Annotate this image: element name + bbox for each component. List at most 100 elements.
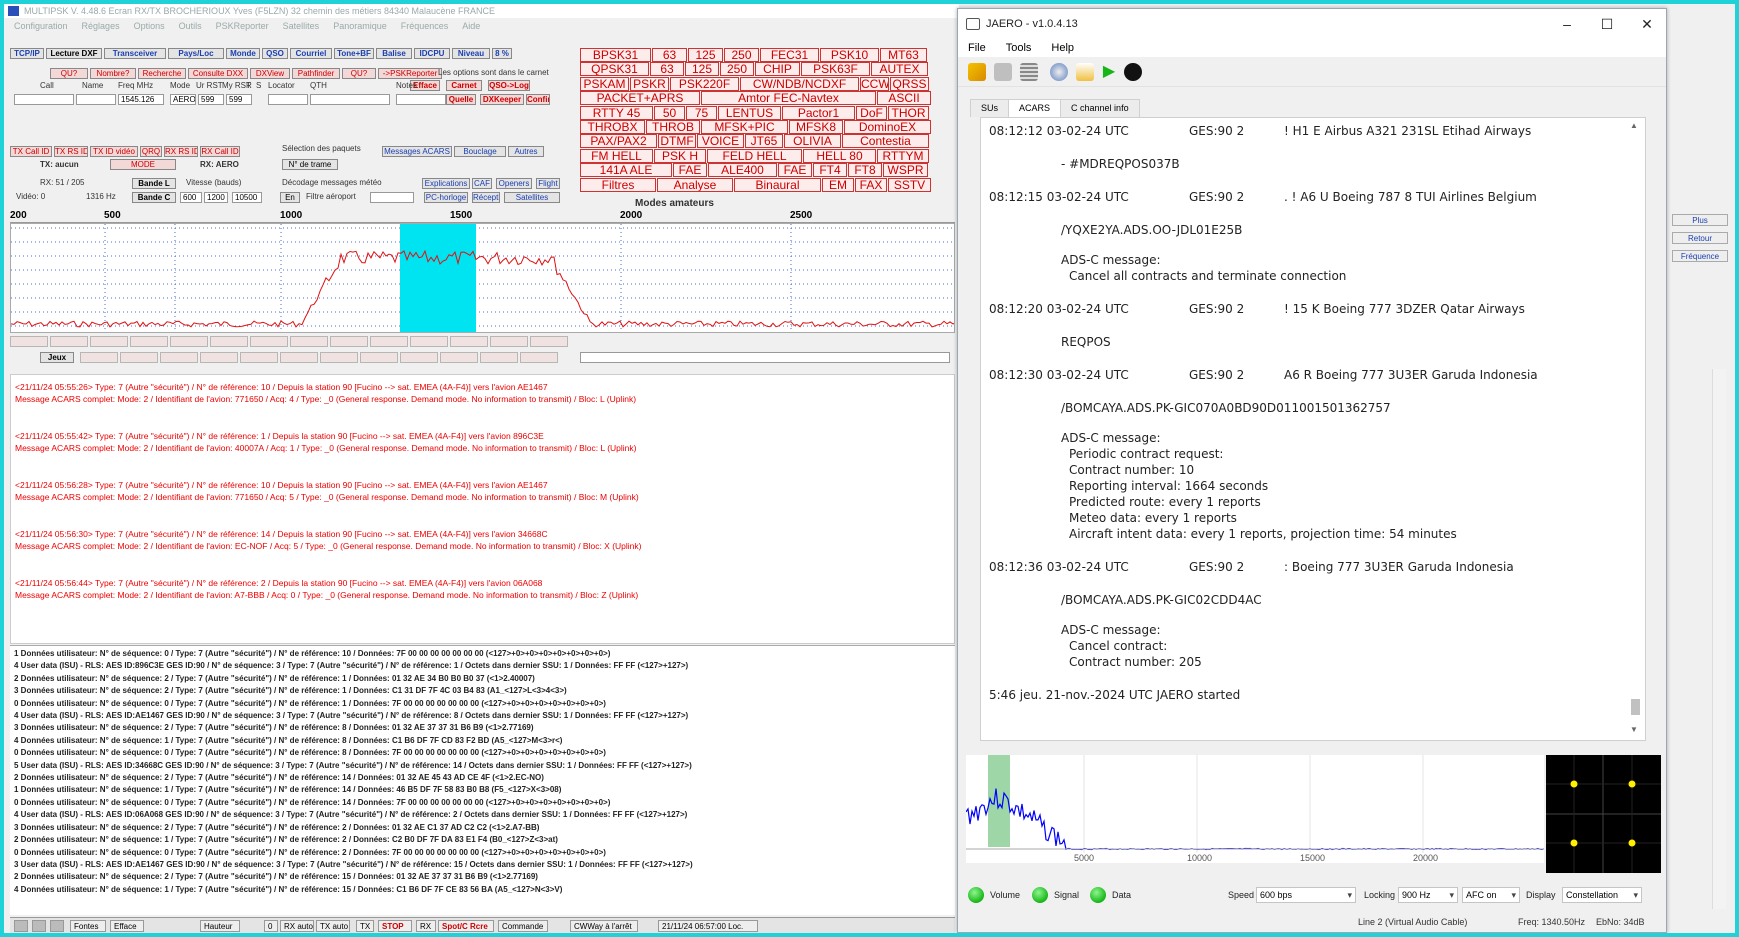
mode-6-4[interactable]: OLIVIA (784, 134, 841, 149)
mode-3-0[interactable]: PACKET+APRS (580, 91, 700, 106)
acars-message-pane[interactable]: 08:12:12 03-02-24 UTC GES:90 2 ! H1 E Airb… (980, 117, 1646, 741)
locator-input[interactable] (268, 94, 308, 105)
tx-id-button-5[interactable]: RX Call ID (200, 146, 240, 157)
mode-0-5[interactable]: PSK10 (820, 48, 879, 62)
record-tool-icon[interactable] (1124, 63, 1142, 81)
minimize-button[interactable]: – (1552, 13, 1582, 35)
status-datetime[interactable]: 21/11/24 06:57:00 Loc. (658, 920, 758, 932)
option-key-2[interactable] (160, 352, 198, 363)
tx-id-button-0[interactable]: TX Call ID (10, 146, 52, 157)
toolbar1-button-7[interactable]: Tone+BF (334, 48, 374, 59)
mode-5-0[interactable]: THROBX (580, 120, 645, 134)
mode-8-0[interactable]: 141A ALE (580, 163, 672, 178)
jaero-spectrum[interactable]: 5000 10000 15000 20000 (965, 755, 1545, 863)
tab-c-channel-info[interactable]: C channel info (1060, 99, 1140, 117)
mode-8-6[interactable]: WSPR (883, 163, 928, 178)
mode-0-6[interactable]: MT63 (880, 48, 927, 62)
jaero-menu-2[interactable]: Help (1051, 39, 1074, 57)
multipsk-spectrum[interactable] (10, 223, 955, 333)
mode-input[interactable]: AERO (170, 94, 196, 105)
option-key-9[interactable] (440, 352, 478, 363)
rx-passband[interactable] (400, 224, 476, 333)
en-button[interactable]: En (280, 192, 300, 203)
mode-8-1[interactable]: FAE (673, 163, 707, 178)
plane-tool-icon[interactable] (994, 63, 1012, 81)
function-key-9[interactable] (370, 336, 408, 347)
function-key-0[interactable] (10, 336, 48, 347)
misc-button-4[interactable]: PC-horloge (424, 192, 468, 203)
tx-id-button-2[interactable]: TX ID vidéo (90, 146, 138, 157)
toolbar1-button-4[interactable]: Monde (226, 48, 260, 59)
option-key-8[interactable] (400, 352, 438, 363)
option-key-4[interactable] (240, 352, 278, 363)
mode-8-4[interactable]: FT4 (813, 163, 847, 178)
misc-button-2[interactable]: Openers (496, 178, 532, 189)
acars-button-2[interactable]: Autres (508, 146, 544, 157)
mode-9-1[interactable]: Analyse (657, 177, 733, 192)
notes-input[interactable] (396, 94, 446, 105)
scroll-up-icon[interactable]: ▲ (1630, 121, 1638, 130)
toolbar2-button-7[interactable]: ->PSKReporter (378, 68, 442, 79)
background-scrollbar[interactable] (1712, 369, 1726, 909)
function-key-10[interactable] (410, 336, 448, 347)
mode-7-4[interactable]: RTTYM (877, 148, 929, 163)
locking-select[interactable]: 900 Hz (1398, 887, 1458, 903)
mode-6-1[interactable]: DTMF (658, 134, 696, 149)
option-key-10[interactable] (480, 352, 518, 363)
function-key-6[interactable] (250, 336, 288, 347)
list-tool-icon[interactable] (1020, 63, 1038, 81)
status-tx[interactable]: TX (356, 920, 374, 932)
misc-button-6[interactable]: Satellites (504, 192, 560, 203)
mode-0-4[interactable]: FEC31 (760, 48, 819, 62)
freq-input[interactable]: 1545.126 (118, 94, 164, 105)
menu-1[interactable]: Réglages (82, 18, 120, 34)
right-strip-button-2[interactable]: Fréquence (1672, 250, 1728, 262)
option-key-3[interactable] (200, 352, 238, 363)
mode-6-2[interactable]: VOICE (697, 134, 744, 149)
mode-4-5[interactable]: DoF (856, 105, 887, 120)
function-key-13[interactable] (530, 336, 568, 347)
menu-2[interactable]: Options (134, 18, 165, 34)
option-key-11[interactable] (520, 352, 558, 363)
mode-0-3[interactable]: 250 (724, 48, 759, 62)
option-key-7[interactable] (360, 352, 398, 363)
save-icon[interactable] (14, 920, 28, 932)
mode-1-1[interactable]: 63 (650, 62, 684, 77)
mode-6-3[interactable]: JT65 (745, 134, 783, 149)
status-spot[interactable]: Spot/C Rcre (438, 920, 494, 932)
scroll-down-icon[interactable]: ▼ (1630, 725, 1638, 734)
function-key-4[interactable] (170, 336, 208, 347)
my-rst-input[interactable]: 599 (226, 94, 252, 105)
mode-6-0[interactable]: PAX/PAX2 (580, 134, 657, 149)
scroll-thumb[interactable] (1631, 699, 1640, 715)
name-input[interactable] (76, 94, 116, 105)
mode-5-1[interactable]: THROB (646, 120, 700, 134)
mode-7-0[interactable]: FM HELL (580, 148, 653, 163)
toolbar2-button-6[interactable]: QU? (342, 68, 376, 79)
mode-8-5[interactable]: FT8 (848, 163, 882, 178)
mode-7-1[interactable]: PSK H (654, 148, 706, 163)
menu-4[interactable]: PSKReporter (216, 18, 269, 34)
mode-3-2[interactable]: ASCII (877, 91, 931, 106)
mode-4-0[interactable]: RTTY 45 (580, 105, 653, 120)
function-key-5[interactable] (210, 336, 248, 347)
menu-7[interactable]: Fréquences (401, 18, 449, 34)
toolbar1-button-3[interactable]: Pays/Loc (168, 48, 224, 59)
menu-3[interactable]: Outils (179, 18, 202, 34)
option-key-6[interactable] (320, 352, 358, 363)
toolbar1-button-5[interactable]: QSO (262, 48, 288, 59)
speed-select[interactable]: 600 bps (1256, 887, 1356, 903)
function-key-12[interactable] (490, 336, 528, 347)
function-key-7[interactable] (290, 336, 328, 347)
mode-2-2[interactable]: PSK220F (670, 76, 739, 91)
mode-9-3[interactable]: EM (822, 177, 854, 192)
mode-0-0[interactable]: BPSK31 (580, 48, 651, 62)
mode-2-0[interactable]: PSKAM (580, 76, 629, 91)
mode-2-5[interactable]: QRSS (890, 76, 929, 91)
acars-decode-log[interactable]: <21/11/24 05:55:26> Type: 7 (Autre "sécu… (10, 374, 955, 644)
carnet-button-5[interactable]: Confir (526, 94, 550, 105)
signal-tool-icon[interactable] (968, 63, 986, 81)
frame-number-button[interactable]: N° de trame (282, 159, 338, 170)
toolbar1-button-0[interactable]: TCP/IP (10, 48, 44, 59)
jaero-menu-1[interactable]: Tools (1006, 39, 1032, 57)
